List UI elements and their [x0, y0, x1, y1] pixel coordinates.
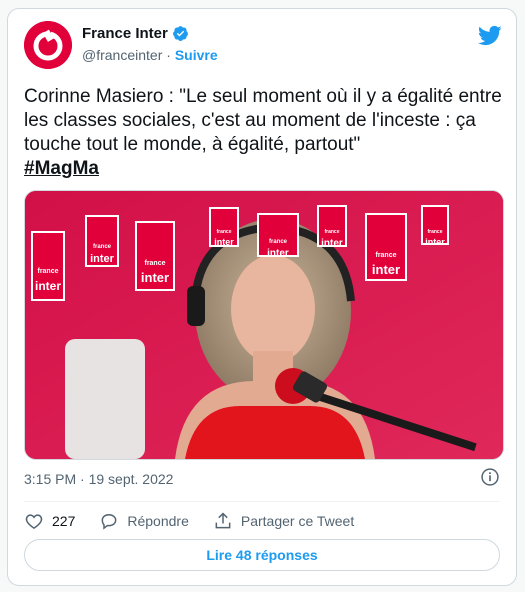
france-inter-logo	[24, 21, 72, 69]
logo-large-text: inter	[90, 253, 114, 265]
france-inter-backdrop-logo: france inter	[209, 207, 239, 247]
logo-small-text: france	[37, 268, 59, 275]
logo-small-text: france	[92, 244, 111, 250]
logo-large-text: inter	[425, 237, 445, 247]
twitter-bird-icon[interactable]	[477, 23, 502, 48]
france-inter-backdrop-logo: france inter	[317, 205, 347, 249]
divider	[24, 501, 500, 502]
account-handle[interactable]: @franceinter	[82, 47, 162, 63]
france-inter-backdrop-logo: france inter	[31, 231, 65, 301]
tweet-actions: 227 Répondre Partager ce Tweet	[24, 509, 378, 533]
share-label: Partager ce Tweet	[240, 513, 355, 529]
reply-icon	[101, 513, 117, 530]
like-count: 227	[52, 513, 76, 529]
logo-small-text: france	[375, 252, 397, 259]
logo-small-text: france	[144, 260, 166, 267]
reply-button[interactable]: Répondre	[99, 511, 189, 531]
logo-large-text: inter	[214, 237, 234, 247]
tweet-card: France Inter @franceinter · Suivre Corin…	[7, 8, 517, 586]
france-inter-backdrop-logo: france inter	[365, 213, 407, 281]
hashtag-link[interactable]: #MagMa	[24, 158, 99, 179]
info-icon[interactable]	[480, 467, 500, 487]
separator: ·	[166, 47, 171, 63]
tweet-body: Corinne Masiero : "Le seul moment où il …	[24, 86, 502, 155]
logo-small-text: france	[268, 239, 287, 245]
read-replies-button[interactable]: Lire 48 réponses	[24, 539, 500, 571]
france-inter-backdrop-logo: france inter	[421, 205, 449, 247]
france-inter-avatar[interactable]	[24, 21, 72, 69]
france-inter-backdrop-logo: france inter	[85, 215, 119, 267]
france-inter-backdrop-logo: france inter	[135, 221, 175, 291]
france-inter-backdrop-logo: france inter	[257, 213, 299, 259]
follow-button[interactable]: Suivre	[175, 47, 218, 63]
reply-label: Répondre	[127, 513, 189, 529]
display-name[interactable]: France Inter	[82, 25, 168, 42]
tweet-timestamp[interactable]: 3:15 PM · 19 sept. 2022	[24, 471, 173, 487]
account-name-row: France Inter	[82, 25, 189, 42]
share-icon	[215, 512, 231, 529]
verified-badge-icon	[172, 26, 188, 41]
logo-small-text: france	[427, 229, 443, 235]
logo-small-text: france	[324, 229, 340, 235]
logo-large-text: inter	[140, 270, 170, 285]
tweet-media-image[interactable]: france inter france inter france inter fran…	[24, 190, 504, 460]
heart-icon	[25, 514, 43, 529]
logo-large-text: inter	[371, 262, 401, 277]
like-button[interactable]: 227	[24, 511, 75, 531]
logo-large-text: inter	[267, 248, 289, 259]
logo-small-text: france	[216, 229, 232, 235]
logo-large-text: inter	[34, 279, 61, 293]
tweet-text: Corinne Masiero : "Le seul moment où il …	[24, 85, 504, 181]
logo-large-text: inter	[321, 238, 343, 249]
handle-row: @franceinter · Suivre	[82, 47, 218, 63]
share-button[interactable]: Partager ce Tweet	[213, 511, 354, 531]
